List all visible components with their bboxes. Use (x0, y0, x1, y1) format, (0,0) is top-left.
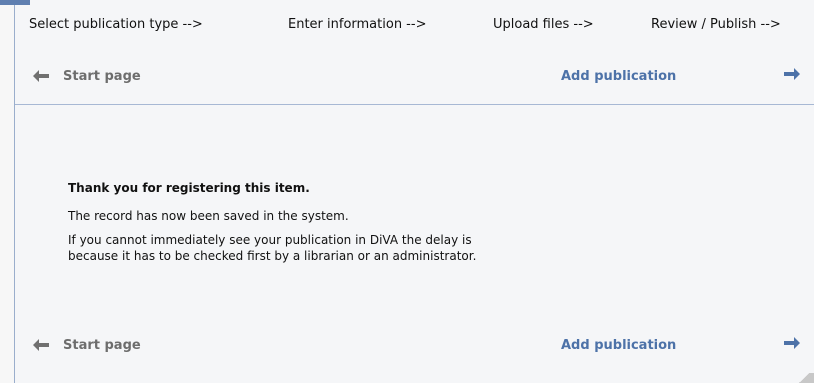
add-publication-label: Add publication (561, 68, 677, 84)
step-upload-files: Upload files --> (493, 17, 594, 32)
start-page-link[interactable]: Start page (33, 58, 141, 94)
add-publication-link[interactable]: Add publication (561, 58, 676, 94)
nav-divider (15, 104, 814, 105)
next-button-bottom[interactable] (782, 327, 802, 363)
top-navigation: Start page Add publication (15, 58, 814, 94)
start-page-link-bottom[interactable]: Start page (33, 327, 141, 363)
thanks-heading: Thank you for registering this item. (68, 181, 310, 195)
delay-text-line-1: If you cannot immediately see your publi… (68, 233, 472, 247)
arrow-left-icon (33, 70, 49, 82)
add-publication-label: Add publication (561, 337, 677, 353)
add-publication-link-bottom[interactable]: Add publication (561, 327, 676, 363)
start-page-label: Start page (63, 337, 141, 353)
wizard-steps: Select publication type --> Enter inform… (15, 4, 814, 46)
start-page-label: Start page (63, 68, 141, 84)
bottom-navigation: Start page Add publication (15, 327, 814, 363)
arrow-right-icon (784, 68, 800, 84)
confirmation-message: Thank you for registering this item. The… (68, 180, 668, 272)
step-review-publish: Review / Publish --> (651, 17, 781, 32)
delay-text-line-2: because it has to be checked first by a … (68, 249, 477, 263)
step-enter-information: Enter information --> (288, 17, 427, 32)
saved-text: The record has now been saved in the sys… (68, 209, 349, 223)
delay-text: If you cannot immediately see your publi… (68, 232, 668, 264)
step-select-publication-type: Select publication type --> (29, 17, 203, 32)
corner-shadow (794, 373, 814, 383)
arrow-left-icon (33, 339, 49, 351)
arrow-right-icon (784, 337, 800, 353)
next-button[interactable] (782, 58, 802, 94)
